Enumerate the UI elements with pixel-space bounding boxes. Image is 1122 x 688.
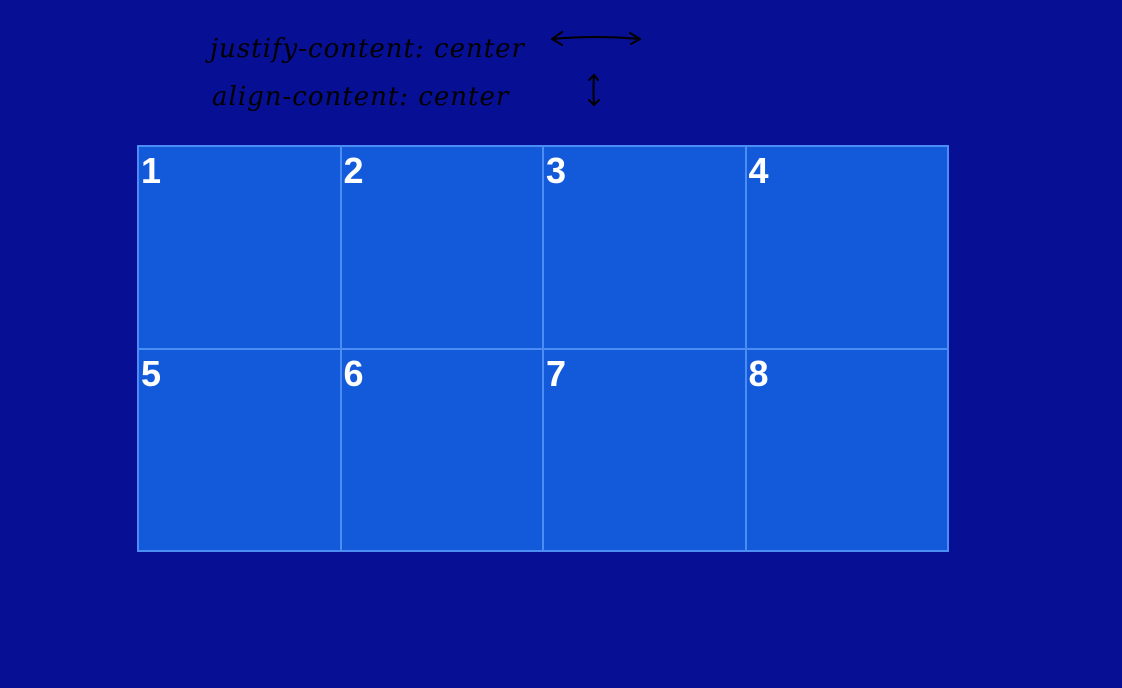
grid-item-4: 4 (744, 145, 949, 350)
grid-item-label: 6 (343, 352, 364, 394)
vertical-double-arrow-icon (588, 74, 600, 106)
grid-item-label: 8 (748, 352, 769, 394)
grid-item-8: 8 (744, 347, 949, 552)
handwritten-annotations: justify-content: center align-content: c… (0, 0, 1122, 140)
justify-content-note: justify-content: center (210, 34, 525, 64)
grid-item-label: 2 (343, 150, 364, 191)
grid-item-label: 5 (141, 352, 162, 394)
grid-item-label: 7 (546, 352, 567, 394)
grid-item-1: 1 (137, 145, 342, 350)
horizontal-double-arrow-icon (551, 31, 641, 46)
grid-item-7: 7 (542, 347, 747, 552)
grid-item-5: 5 (137, 347, 342, 552)
grid-item-6: 6 (339, 347, 544, 552)
grid-item-label: 4 (748, 150, 769, 191)
grid-item-label: 3 (546, 150, 567, 191)
grid-item-label: 1 (141, 150, 162, 191)
grid-item-3: 3 (542, 145, 747, 350)
align-content-note: align-content: center (212, 82, 510, 112)
grid-container: 1 2 3 4 5 6 7 8 (137, 145, 949, 552)
grid-item-2: 2 (339, 145, 544, 350)
